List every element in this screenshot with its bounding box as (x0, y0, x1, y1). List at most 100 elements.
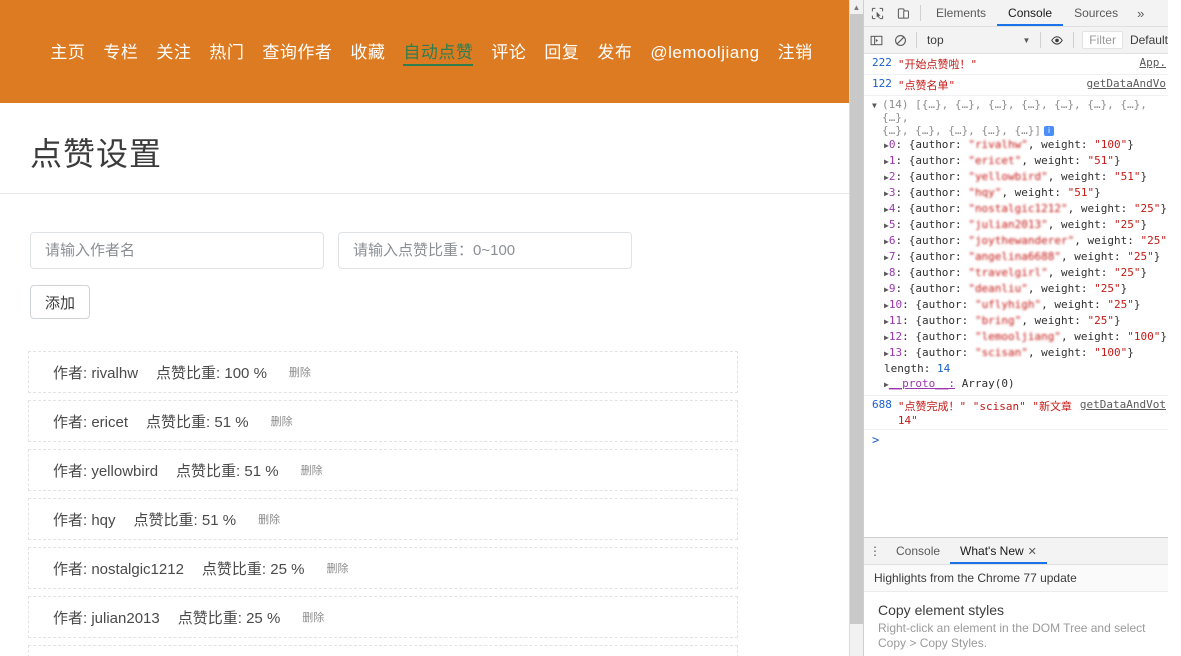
array-brace: } (1120, 282, 1128, 295)
array-author: "yellowbird" (968, 170, 1048, 183)
array-preview-header[interactable]: ▼ (14) [{…}, {…}, {…}, {…}, {…}, {…}, {…… (872, 98, 1162, 137)
console-sidebar-icon[interactable] (864, 27, 888, 53)
drawer-tab-console[interactable]: Console (886, 538, 950, 564)
clear-console-icon[interactable] (888, 27, 912, 53)
list-item: 作者: rivalhw 点赞比重: 100 % 删除 (28, 351, 738, 393)
list-item: 作者: hqy 点赞比重: 51 % 删除 (28, 498, 738, 540)
percent-sign: % (235, 413, 249, 431)
delete-link[interactable]: 删除 (302, 609, 324, 625)
nav-link-11[interactable]: 注销 (778, 38, 813, 63)
array-item[interactable]: ▶7: {author: "angelina6688", weight: "25… (872, 249, 1162, 265)
array-item[interactable]: ▶1: {author: "ericet", weight: "51"} (872, 153, 1162, 169)
eye-icon[interactable] (1045, 27, 1069, 53)
author-label: 作者: (53, 609, 88, 627)
devtools-tab-console[interactable]: Console (997, 0, 1064, 26)
array-brace: } (1114, 314, 1121, 327)
nav-link-7[interactable]: 评论 (491, 38, 526, 63)
whats-new-article-desc: Right-click an element in the DOM Tree a… (878, 621, 1146, 650)
context-selector[interactable]: top ▼ (921, 33, 1036, 47)
array-author: "joythewanderer" (968, 234, 1075, 247)
array-weight-key: , weight: (1047, 170, 1115, 183)
array-item[interactable]: ▶4: {author: "nostalgic1212", weight: "2… (872, 201, 1167, 217)
nav-link-3[interactable]: 热门 (209, 38, 244, 63)
devtools-tab-sources[interactable]: Sources (1063, 0, 1129, 26)
drawer-tab-label: Console (896, 544, 941, 558)
log-count: 122 (872, 77, 892, 90)
weight-label: 点赞比重: (146, 413, 211, 431)
array-colon: : {author: (895, 170, 969, 183)
array-item[interactable]: ▶9: {author: "deanliu", weight: "25"} (872, 281, 1162, 297)
array-item[interactable]: ▶11: {author: "bring", weight: "25"} (872, 313, 1162, 329)
scroll-up-arrow[interactable]: ▲ (850, 0, 863, 14)
array-item[interactable]: ▶12: {author: "lemooljiang", weight: "10… (872, 329, 1167, 345)
console-output[interactable]: 222 "开始点赞啦！" App. 122 "点赞名单" getDataAndV… (864, 54, 1168, 537)
array-weight-key: , weight: (1061, 330, 1128, 343)
percent-sign: % (253, 364, 267, 382)
array-item[interactable]: ▶2: {author: "yellowbird", weight: "51"} (872, 169, 1162, 185)
inspect-element-icon[interactable] (864, 0, 890, 26)
weight-input[interactable] (338, 232, 632, 269)
array-colon: : {author: (895, 138, 969, 151)
device-toolbar-icon[interactable] (890, 0, 916, 26)
nav-link-10[interactable]: @lemooljiang (650, 43, 759, 63)
array-item[interactable]: ▶10: {author: "uflyhigh", weight: "25"} (872, 297, 1162, 313)
array-item[interactable]: ▶0: {author: "rivalhw", weight: "100"} (872, 137, 1162, 153)
more-tabs-button[interactable]: » (1129, 6, 1152, 21)
array-weight-key: , weight: (1047, 266, 1115, 279)
log-source-link[interactable]: App. (1140, 56, 1167, 69)
console-log-entry[interactable]: 222 "开始点赞啦！" App. (864, 54, 1168, 75)
drawer-tabs-container: Console What's New ✕ (886, 538, 1047, 564)
nav-link-5[interactable]: 收藏 (350, 38, 385, 63)
page-scrollbar[interactable]: ▲ (849, 0, 863, 656)
console-log-entry-final[interactable]: 688 "点赞完成！" "scisan" "新文章 14" getDataAnd… (864, 396, 1168, 430)
delete-link[interactable]: 删除 (271, 413, 293, 429)
console-prompt[interactable]: > (864, 430, 1168, 450)
weight-value: 51 (214, 413, 232, 431)
array-item[interactable]: ▶5: {author: "julian2013", weight: "25"} (872, 217, 1162, 233)
console-filter-input[interactable]: Filter (1082, 31, 1123, 49)
array-proto-row[interactable]: ▶__proto__: Array(0) (872, 376, 1162, 392)
delete-link[interactable]: 删除 (326, 560, 348, 576)
author-input[interactable] (30, 232, 324, 269)
log-source-link[interactable]: getDataAndVo (1087, 77, 1166, 90)
percent-sign: % (291, 560, 305, 578)
close-icon[interactable]: ✕ (1028, 546, 1037, 558)
nav-link-9[interactable]: 发布 (597, 38, 632, 63)
log-level-selector[interactable]: Default (1130, 33, 1168, 47)
console-log-entry[interactable]: 122 "点赞名单" getDataAndVo (864, 75, 1168, 96)
log-source-link[interactable]: getDataAndVot (1080, 398, 1166, 411)
delete-link[interactable]: 删除 (301, 462, 323, 478)
nav-link-2[interactable]: 关注 (156, 38, 191, 63)
array-weight: "51" (1087, 154, 1115, 167)
array-item-list: ▶0: {author: "rivalhw", weight: "100"} ▶1… (872, 137, 1168, 361)
nav-link-8[interactable]: 回复 (544, 38, 579, 63)
author-value: yellowbird (91, 462, 159, 480)
add-button[interactable]: 添加 (30, 285, 91, 319)
delete-link[interactable]: 删除 (258, 511, 280, 527)
nav-link-6[interactable]: 自动点赞 (403, 38, 474, 66)
array-item[interactable]: ▶3: {author: "hqy", weight: "51"} (872, 185, 1162, 201)
row-author: 作者: nostalgic1212 (53, 558, 184, 579)
info-icon[interactable]: i (1043, 126, 1054, 136)
drawer-tab-what-s-new[interactable]: What's New ✕ (950, 538, 1047, 564)
devtools-tab-elements[interactable]: Elements (925, 0, 997, 26)
row-author: 作者: hqy (53, 509, 116, 530)
delete-link[interactable]: 删除 (289, 364, 311, 380)
expand-triangle-icon[interactable]: ▼ (872, 98, 882, 113)
scrollbar-thumb[interactable] (850, 14, 863, 624)
list-item: 作者: julian2013 点赞比重: 25 % 删除 (28, 596, 738, 638)
nav-link-4[interactable]: 查询作者 (262, 38, 332, 63)
console-array-log[interactable]: ▼ (14) [{…}, {…}, {…}, {…}, {…}, {…}, {…… (864, 96, 1168, 396)
nav-link-0[interactable]: 主页 (50, 38, 85, 63)
array-item[interactable]: ▶6: {author: "joythewanderer", weight: "… (872, 233, 1168, 249)
array-colon: : {author: (895, 218, 969, 231)
array-author: "rivalhw" (968, 138, 1028, 151)
array-index: 13 (888, 346, 903, 359)
array-item[interactable]: ▶8: {author: "travelgirl", weight: "25"} (872, 265, 1162, 281)
nav-link-1[interactable]: 专栏 (103, 38, 138, 63)
array-item[interactable]: ▶13: {author: "scisan", weight: "100"} (872, 345, 1162, 361)
array-brace: } (1133, 298, 1141, 311)
drawer-menu-icon[interactable]: ⋮ (864, 538, 886, 564)
log-message-line2: 14" (897, 414, 918, 427)
percent-sign: % (222, 511, 237, 529)
